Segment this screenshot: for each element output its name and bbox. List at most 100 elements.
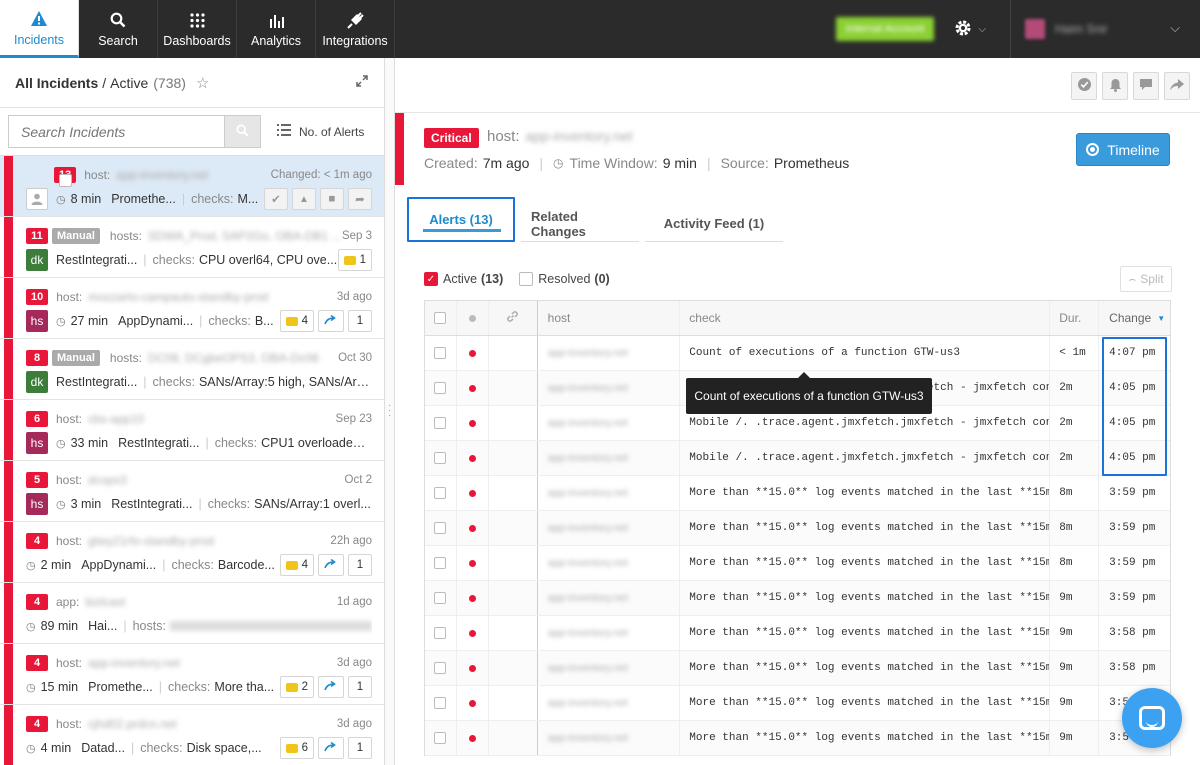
assignee-avatar[interactable]: hs (26, 493, 48, 515)
panel-splitter[interactable]: · · · (385, 58, 395, 765)
assignee-avatar[interactable]: hs (26, 432, 48, 454)
user-menu[interactable]: Haim Snir ⌵ (1010, 0, 1200, 58)
timeline-button[interactable]: Timeline (1076, 133, 1170, 166)
row-checkbox[interactable] (434, 487, 447, 499)
incident-item[interactable]: 4 host: cjhd02.prdcn.net 3d ago ◷ 4 min Datad.… (0, 705, 384, 765)
incident-filter-label[interactable]: Active (110, 75, 148, 91)
table-row[interactable]: app-inventory.net More than **15.0** log … (425, 721, 1170, 756)
row-checkbox[interactable] (434, 382, 447, 394)
change-column-header[interactable]: Change ▼ (1099, 301, 1170, 335)
row-checkbox[interactable] (434, 522, 447, 534)
unassigned-avatar[interactable] (26, 188, 48, 210)
escalate-button[interactable] (318, 554, 344, 576)
divider: | (158, 680, 163, 694)
incident-item[interactable]: 10 host: mozzarto-campauto-standby-prod 3d … (0, 278, 384, 339)
link-cell (489, 651, 538, 685)
row-checkbox[interactable] (434, 557, 447, 569)
host-column-header[interactable]: host (538, 301, 681, 335)
select-all-checkbox[interactable] (434, 312, 447, 324)
escalate-button[interactable] (318, 676, 344, 698)
incident-item[interactable]: 4 host: app-inventory.net 3d ago ◷ 15 min Prom… (0, 644, 384, 705)
incident-item[interactable]: 13host:app-inventory.netChanged: < 1m ag… (0, 156, 384, 217)
alert-count-badge: 4 (26, 655, 48, 671)
row-checkbox[interactable] (434, 662, 447, 674)
snooze-button[interactable]: ▲ (292, 188, 316, 210)
resolve-button[interactable] (1071, 72, 1097, 100)
assignee-avatar[interactable]: dk (26, 249, 48, 271)
table-row[interactable]: app-inventory.net Mobile /. .trace.agent.… (425, 441, 1170, 476)
host-value[interactable]: app-inventory.net (526, 128, 633, 144)
table-row[interactable]: app-inventory.net More than **15.0** log … (425, 581, 1170, 616)
row-checkbox[interactable] (434, 452, 447, 464)
comments-button[interactable]: 1 (337, 249, 372, 271)
account-badge[interactable]: Internal Account (835, 17, 935, 41)
incident-item[interactable]: 8 Manual hosts: DC08, DCgbeOPS3, OBA-Dc08 Oc… (0, 339, 384, 400)
expand-icon[interactable] (356, 74, 368, 90)
table-row[interactable]: app-inventory.net More than **15.0** log … (425, 686, 1170, 721)
row-checkbox[interactable] (434, 732, 447, 744)
chat-launcher[interactable] (1122, 688, 1182, 748)
incident-item[interactable]: 5 host: dcops3 Oct 2 hs ◷ 3 min RestIntegrati..… (0, 461, 384, 522)
nav-tab-dashboards[interactable]: Dashboards (158, 0, 237, 58)
comments-count: 4 (301, 315, 308, 327)
active-checkbox[interactable]: ✓ (424, 272, 438, 286)
assignee-avatar[interactable]: dk (26, 371, 48, 393)
split-icon: ⌢ (1128, 271, 1137, 286)
divider: | (199, 314, 203, 328)
escalate-button[interactable] (318, 310, 344, 332)
nav-tab-analytics[interactable]: Analytics (237, 0, 316, 58)
assignee-avatar[interactable]: hs (26, 310, 48, 332)
sort-dropdown[interactable]: No. of Alerts (277, 124, 364, 139)
escalations-count[interactable]: 1 (348, 310, 372, 332)
escalations-count[interactable]: 1 (348, 554, 372, 576)
check-cell: More than **15.0** log events matched in… (680, 686, 1051, 720)
comment-button[interactable]: ■ (320, 188, 344, 210)
table-row[interactable]: app-inventory.net More than **15.0** log … (425, 616, 1170, 651)
table-row[interactable]: app-inventory.net More than **15.0** log … (425, 476, 1170, 511)
incident-item[interactable]: 6 host: cbs-app10 Sep 23 hs ◷ 33 min RestIntegr… (0, 400, 384, 461)
share-button[interactable] (1164, 72, 1190, 100)
comment-button[interactable] (1133, 72, 1159, 100)
row-checkbox[interactable] (434, 627, 447, 639)
share-button[interactable]: ➦ (348, 188, 372, 210)
escalate-button[interactable] (318, 737, 344, 759)
table-row[interactable]: app-inventory.net More than **15.0** log … (425, 546, 1170, 581)
comments-button[interactable]: 4 (279, 554, 314, 576)
tab-related-changes[interactable]: Related Changes (521, 206, 639, 242)
table-row[interactable]: app-inventory.net More than **15.0** log … (425, 651, 1170, 686)
search-button[interactable] (224, 115, 261, 148)
row-checkbox[interactable] (434, 697, 447, 709)
snooze-button[interactable] (1102, 72, 1128, 100)
duration-cell: 2m (1050, 406, 1100, 440)
split-button[interactable]: ⌢ Split (1120, 266, 1172, 292)
incident-checkbox[interactable] (59, 174, 72, 187)
settings-menu[interactable]: ⌵ (954, 19, 986, 40)
comments-button[interactable]: 2 (279, 676, 314, 698)
escalations-count[interactable]: 1 (348, 737, 372, 759)
star-icon[interactable]: ☆ (196, 74, 209, 92)
comments-button[interactable]: 4 (279, 310, 314, 332)
duration-column-header[interactable]: Dur. (1050, 301, 1100, 335)
nav-tab-search[interactable]: Search (79, 0, 158, 58)
search-input[interactable] (8, 115, 224, 148)
incident-item[interactable]: 11 Manual hosts: SDWA_Prod, SAP2Go, OBA-DB1… (0, 217, 384, 278)
nav-tab-incidents[interactable]: Incidents (0, 0, 79, 58)
resolved-checkbox[interactable] (519, 272, 534, 286)
row-checkbox[interactable] (434, 592, 447, 604)
table-row[interactable]: app-inventory.net More than **15.0** log … (425, 511, 1170, 546)
check-column-header[interactable]: check (680, 301, 1051, 335)
resolve-button[interactable]: ✔ (264, 188, 288, 210)
select-cell (425, 336, 457, 370)
row-checkbox[interactable] (434, 347, 447, 359)
link-cell (489, 616, 538, 650)
table-row[interactable]: app-inventory.net Count of executions of … (425, 336, 1170, 371)
row-checkbox[interactable] (434, 417, 447, 429)
incident-item[interactable]: 4 app: bizlcast 1d ago ◷ 89 min Hai... | hosts: (0, 583, 384, 644)
incident-duration: 4 min (40, 741, 72, 755)
nav-tab-integrations[interactable]: Integrations (316, 0, 395, 58)
tab-alerts[interactable]: Alerts (13) (407, 197, 515, 242)
incident-item[interactable]: 4 host: gtwy21rfo-standby-prod 22h ago ◷ 2 mi… (0, 522, 384, 583)
comments-button[interactable]: 6 (279, 737, 314, 759)
tab-activity-feed[interactable]: Activity Feed (1) (645, 206, 783, 242)
escalations-count[interactable]: 1 (348, 676, 372, 698)
